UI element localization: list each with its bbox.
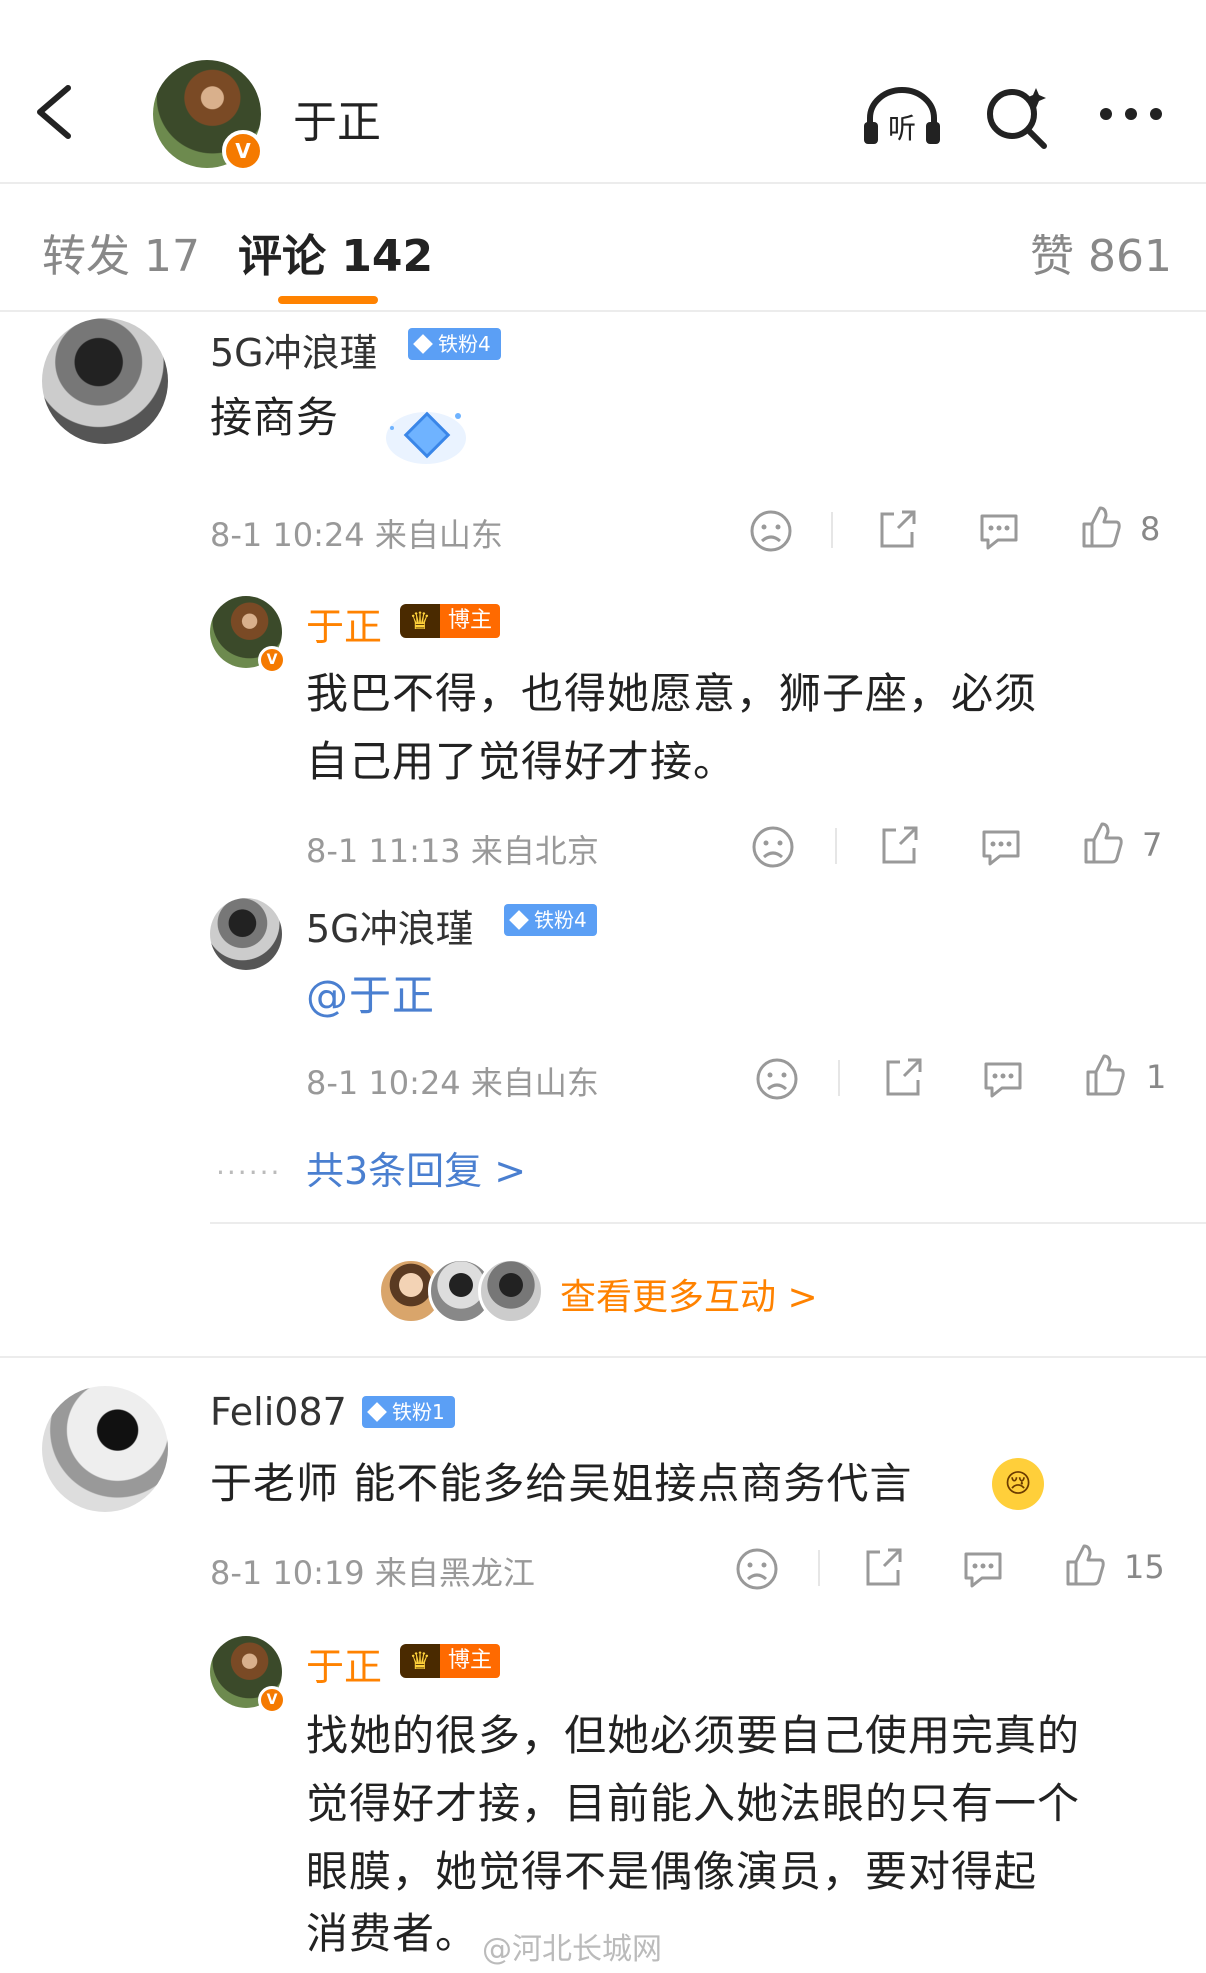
crown-icon: ♛ xyxy=(400,604,440,638)
listen-icon[interactable]: 听 xyxy=(862,86,942,146)
blogger-badge-label: 博主 xyxy=(440,1644,501,1678)
tab-comments[interactable]: 评论 142 xyxy=(238,220,433,284)
comment-text: 接商务 xyxy=(210,393,340,442)
reply-username[interactable]: 5G冲浪瑾 xyxy=(306,898,474,953)
fan-badge: 铁粉1 xyxy=(362,1396,455,1428)
reply-meta: 8-1 11:13 来自北京 xyxy=(306,832,599,870)
comment-icon[interactable] xyxy=(960,1546,1006,1592)
reply-username[interactable]: 于正 xyxy=(306,1636,382,1691)
dislike-icon[interactable] xyxy=(754,1056,800,1102)
action-separator xyxy=(831,512,833,548)
comment-icon[interactable] xyxy=(978,824,1024,870)
top-bar: V 于正 听 xyxy=(0,0,1206,182)
fan-badge-label: 铁粉1 xyxy=(392,1400,445,1424)
reply-text-line: 找她的很多，但她必须要自己使用完真的 xyxy=(306,1711,1081,1760)
crown-icon: ♛ xyxy=(400,1644,440,1678)
crying-emoji-icon: 😢 xyxy=(992,1458,1044,1510)
view-more-interaction-link[interactable]: 查看更多互动 > xyxy=(560,1268,818,1320)
section-divider xyxy=(0,1356,1206,1358)
reply-section-divider xyxy=(210,1222,1206,1224)
more-icon[interactable] xyxy=(1098,104,1164,124)
mention-text[interactable]: @于正 xyxy=(306,962,435,1030)
comment-username[interactable]: 5G冲浪瑾 xyxy=(210,322,378,377)
reply-text-line: 自己用了觉得好才接。 xyxy=(306,737,737,786)
reply-meta: 8-1 10:24 来自山东 xyxy=(306,1064,599,1102)
action-separator xyxy=(835,828,837,864)
fan-badge: 铁粉4 xyxy=(408,328,501,360)
avatar[interactable] xyxy=(210,898,282,970)
view-all-replies-link[interactable]: 共3条回复 > xyxy=(306,1140,526,1195)
like-icon[interactable] xyxy=(1062,1542,1108,1588)
tab-likes[interactable]: 赞 861 xyxy=(1030,220,1172,284)
tab-reposts[interactable]: 转发 17 xyxy=(42,220,200,284)
svg-text:听: 听 xyxy=(888,112,916,145)
back-arrow-icon[interactable] xyxy=(30,82,76,142)
action-separator xyxy=(818,1550,820,1586)
dislike-icon[interactable] xyxy=(750,824,796,870)
fan-badge-label: 铁粉4 xyxy=(438,332,491,356)
comment-meta: 8-1 10:19 来自黑龙江 xyxy=(210,1554,535,1592)
like-count: 8 xyxy=(1140,510,1161,548)
fan-badge-label: 铁粉4 xyxy=(534,908,587,932)
blogger-badge-label: 博主 xyxy=(440,604,501,638)
verified-icon: V xyxy=(222,130,264,172)
like-count: 15 xyxy=(1124,1548,1165,1586)
share-icon[interactable] xyxy=(880,1054,926,1100)
search-icon[interactable] xyxy=(984,84,1050,150)
like-count: 7 xyxy=(1142,826,1163,864)
avatar[interactable] xyxy=(42,318,168,444)
verified-icon: V xyxy=(258,646,286,674)
like-icon[interactable] xyxy=(1078,504,1124,550)
reply-username[interactable]: 于正 xyxy=(306,596,382,651)
header-divider xyxy=(0,182,1206,184)
like-icon[interactable] xyxy=(1080,820,1126,866)
comment-icon[interactable] xyxy=(976,508,1022,554)
share-icon[interactable] xyxy=(860,1544,906,1590)
dislike-icon[interactable] xyxy=(734,1546,780,1592)
share-icon[interactable] xyxy=(874,506,920,552)
like-icon[interactable] xyxy=(1082,1052,1128,1098)
comment-username[interactable]: Feli087 xyxy=(210,1390,347,1434)
avatar xyxy=(478,1258,544,1324)
diamond-sticker-icon xyxy=(386,411,466,464)
reply-text-line: 觉得好才接，目前能入她法眼的只有一个 xyxy=(306,1779,1081,1828)
blogger-badge: ♛ 博主 xyxy=(400,604,501,638)
comment-text: 于老师 能不能多给吴姐接点商务代言 xyxy=(210,1459,913,1508)
fan-badge: 铁粉4 xyxy=(504,904,597,936)
comment-meta: 8-1 10:24 来自山东 xyxy=(210,516,503,554)
dislike-icon[interactable] xyxy=(748,508,794,554)
diamond-icon xyxy=(367,1402,387,1422)
like-count: 1 xyxy=(1146,1058,1167,1096)
tabs-divider xyxy=(0,310,1206,312)
reply-text-line: 我巴不得，也得她愿意，狮子座，必须 xyxy=(306,669,1038,718)
avatar[interactable] xyxy=(42,1386,168,1512)
page-title[interactable]: 于正 xyxy=(293,86,381,150)
action-separator xyxy=(838,1060,840,1096)
watermark: @河北长城网 xyxy=(482,1932,662,1967)
share-icon[interactable] xyxy=(876,822,922,868)
comment-icon[interactable] xyxy=(980,1056,1026,1102)
diamond-icon xyxy=(509,910,529,930)
reply-dots: ...... xyxy=(216,1148,282,1181)
diamond-icon xyxy=(413,334,433,354)
reply-text-line: 消费者。 xyxy=(306,1909,479,1958)
active-tab-indicator xyxy=(278,296,378,304)
verified-icon: V xyxy=(258,1686,286,1714)
blogger-badge: ♛ 博主 xyxy=(400,1644,501,1678)
reply-text-line: 眼膜，她觉得不是偶像演员，要对得起 xyxy=(306,1847,1038,1896)
